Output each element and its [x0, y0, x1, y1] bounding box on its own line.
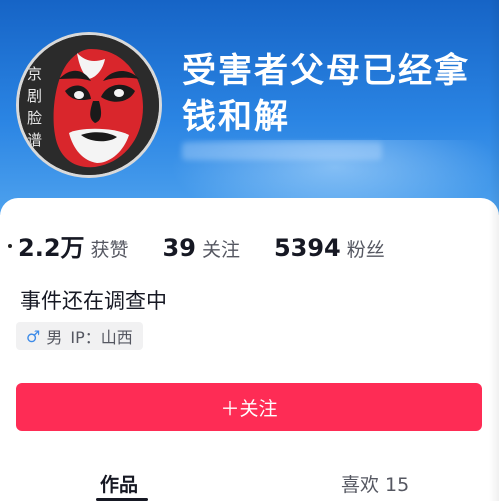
likes-count[interactable]: 2.2万	[18, 228, 85, 263]
profile-tabs: 作品 喜欢 15	[0, 462, 499, 501]
svg-text:京: 京	[27, 65, 42, 83]
bullet-dot	[8, 244, 12, 248]
male-icon: ♂	[26, 326, 41, 346]
follow-button[interactable]: ＋关注	[16, 383, 482, 431]
avatar[interactable]: 京 剧 脸 谱	[16, 32, 162, 178]
following-count[interactable]: 39	[163, 234, 196, 262]
gender-tag: ♂ 男 IP：山西	[16, 322, 143, 350]
likes-label: 获赞	[90, 239, 129, 261]
peking-opera-mask-icon: 京 剧 脸 谱	[19, 35, 159, 175]
svg-text:谱: 谱	[27, 131, 42, 149]
followers-label: 粉丝	[346, 239, 385, 261]
profile-screen: 京 剧 脸 谱 受害者父母已经拿钱和解 2.2万 获赞 39 关注 5394 粉…	[0, 0, 499, 501]
followers-count[interactable]: 5394	[274, 234, 341, 262]
following-label: 关注	[201, 239, 240, 261]
profile-stats: 2.2万 获赞 39 关注 5394 粉丝	[8, 228, 385, 262]
blurred-account-id	[182, 142, 382, 160]
profile-signature: 事件还在调查中	[20, 289, 167, 313]
edge-shadow	[489, 0, 499, 501]
tab-likes[interactable]: 喜欢 15	[341, 470, 409, 497]
svg-text:剧: 剧	[27, 87, 42, 105]
gender-label: 男	[46, 328, 63, 347]
profile-tags: ♂ 男 IP：山西	[16, 322, 143, 350]
tab-works[interactable]: 作品	[100, 470, 138, 497]
profile-nickname: 受害者父母已经拿钱和解	[182, 51, 470, 137]
svg-text:脸: 脸	[27, 109, 42, 127]
ip-label: IP：山西	[70, 328, 133, 347]
